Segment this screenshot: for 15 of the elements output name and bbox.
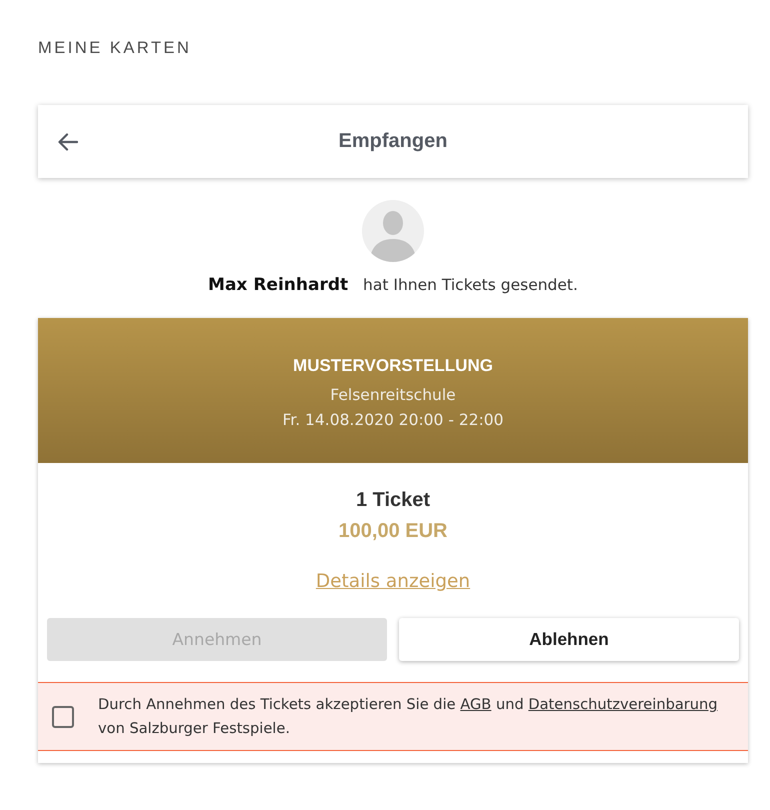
event-datetime: Fr. 14.08.2020 20:00 - 22:00	[281, 410, 505, 431]
event-title: MUSTERVORSTELLUNG	[292, 355, 494, 377]
sender-message: Max Reinhardt hat Ihnen Tickets gesendet.	[207, 275, 579, 295]
back-arrow-icon	[58, 132, 78, 150]
inline-link[interactable]: AGB	[460, 696, 492, 713]
ticket-price: 100,00 EUR	[338, 519, 448, 543]
consent-text: Durch Annehmen des Tickets akzeptieren Sie die AGB und Datenschutzvereinbarung von Salzburger Festspiele.	[98, 695, 719, 739]
inline-link[interactable]: Datenschutzvereinbarung	[528, 696, 718, 713]
consent-checkbox[interactable]	[52, 706, 74, 728]
decline-button[interactable]: Ablehnen	[399, 618, 739, 661]
event-venue: Felsenreitschule	[329, 385, 457, 406]
ticket-quantity: 1 Ticket	[354, 488, 432, 512]
page-title: MEINE KARTEN	[38, 38, 192, 58]
user-avatar-icon	[362, 200, 424, 262]
header-title: Empfangen	[338, 130, 448, 153]
